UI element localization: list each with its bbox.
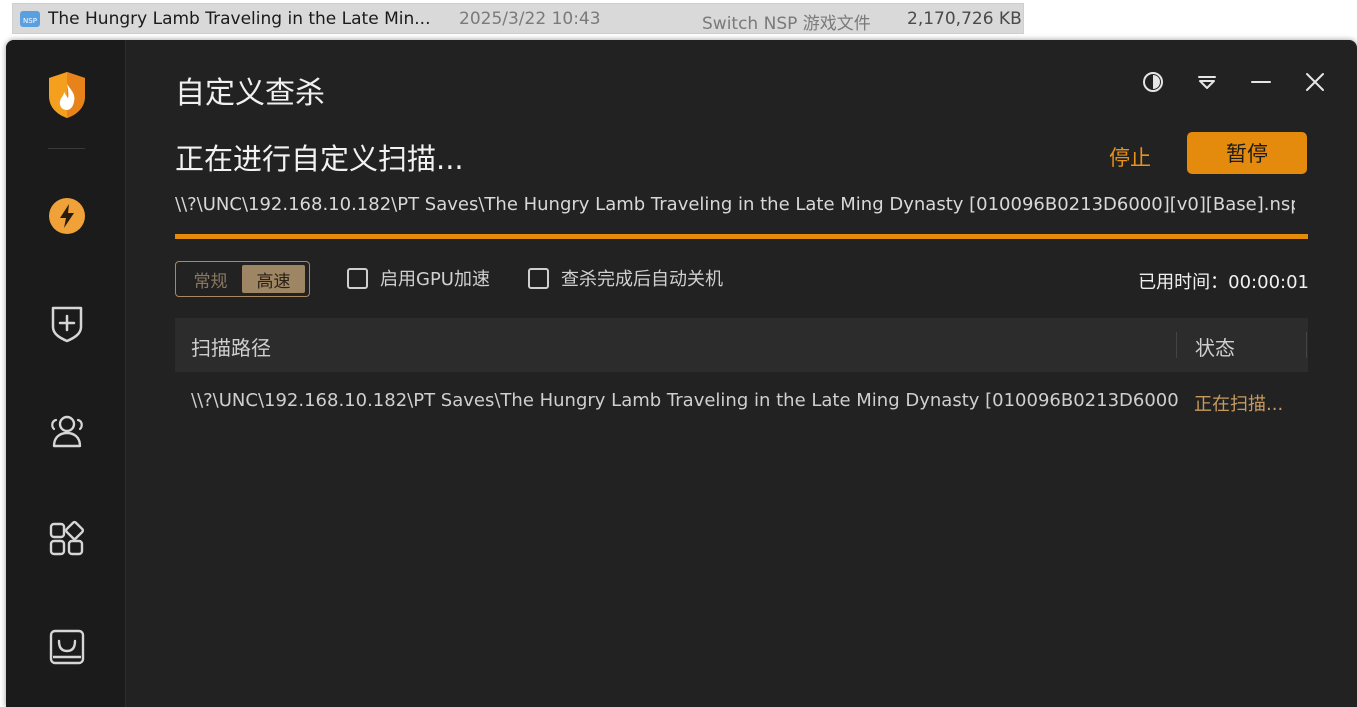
users-icon bbox=[51, 415, 83, 448]
explorer-file-row[interactable]: NSP The Hungry Lamb Traveling in the Lat… bbox=[12, 3, 1024, 34]
explorer-file-name: The Hungry Lamb Traveling in the Late Mi… bbox=[48, 9, 431, 29]
row-scan-path: \\?\UNC\192.168.10.182\PT Saves\The Hung… bbox=[191, 390, 1179, 411]
scan-heading: 正在进行自定义扫描... bbox=[175, 142, 464, 176]
antivirus-window: 自定义查杀 正在进行自定义扫描... 停止 暂停 \\?\UNC\192.168… bbox=[6, 40, 1357, 707]
svg-text:NSP: NSP bbox=[23, 17, 37, 25]
gpu-accel-label: 启用GPU加速 bbox=[380, 269, 490, 290]
sidebar-item-toolbox[interactable] bbox=[42, 622, 92, 672]
apps-icon bbox=[49, 520, 85, 556]
sidebar-item-accounts[interactable] bbox=[42, 406, 92, 456]
column-divider[interactable] bbox=[1176, 332, 1177, 358]
sidebar-item-speedup[interactable] bbox=[42, 191, 92, 241]
column-header-path[interactable]: 扫描路径 bbox=[191, 332, 271, 361]
minimize-icon bbox=[1251, 81, 1271, 83]
stop-button[interactable]: 停止 bbox=[1109, 142, 1151, 172]
auto-shutdown-label: 查杀完成后自动关机 bbox=[561, 269, 723, 290]
column-divider[interactable] bbox=[1306, 332, 1307, 358]
auto-shutdown-checkbox-box[interactable] bbox=[528, 267, 549, 289]
scan-progress-bar bbox=[175, 234, 1308, 239]
pause-button[interactable]: 暂停 bbox=[1187, 132, 1307, 174]
table-row[interactable]: \\?\UNC\192.168.10.182\PT Saves\The Hung… bbox=[175, 390, 1308, 420]
shield-plus-icon bbox=[51, 306, 83, 343]
explorer-file-type: Switch NSP 游戏文件 bbox=[702, 14, 871, 34]
mode-option-normal[interactable]: 常规 bbox=[179, 265, 242, 293]
current-scan-path: \\?\UNC\192.168.10.182\PT Saves\The Hung… bbox=[175, 194, 1295, 215]
explorer-file-size: 2,170,726 KB bbox=[907, 9, 1022, 29]
nsp-file-icon: NSP bbox=[20, 11, 40, 27]
mode-option-fast[interactable]: 高速 bbox=[242, 265, 305, 293]
column-header-status[interactable]: 状态 bbox=[1195, 332, 1235, 361]
scan-mode-toggle: 常规 高速 bbox=[175, 261, 310, 297]
app-title: 自定义查杀 bbox=[175, 76, 325, 111]
shield-flame-logo-icon bbox=[49, 72, 85, 118]
lightning-icon bbox=[49, 198, 85, 234]
auto-shutdown-checkbox[interactable]: 查杀完成后自动关机 bbox=[528, 265, 723, 291]
toolbox-icon bbox=[49, 629, 85, 665]
gpu-accel-checkbox[interactable]: 启用GPU加速 bbox=[347, 265, 490, 291]
main-panel: 自定义查杀 正在进行自定义扫描... 停止 暂停 \\?\UNC\192.168… bbox=[126, 40, 1357, 707]
title-controls bbox=[1141, 70, 1327, 94]
close-icon bbox=[1306, 73, 1324, 91]
theme-icon bbox=[1143, 72, 1163, 92]
sidebar-item-protection[interactable] bbox=[42, 298, 92, 348]
explorer-file-date: 2025/3/22 10:43 bbox=[459, 9, 601, 29]
menu-button[interactable] bbox=[1195, 70, 1219, 94]
row-scan-status: 正在扫描... bbox=[1194, 394, 1284, 415]
table-header: 扫描路径 状态 bbox=[175, 318, 1308, 372]
sidebar-divider bbox=[48, 148, 85, 149]
sidebar-item-apps[interactable] bbox=[42, 514, 92, 564]
close-button[interactable] bbox=[1303, 70, 1327, 94]
minimize-button[interactable] bbox=[1249, 70, 1273, 94]
scan-progress-fill bbox=[175, 234, 1308, 239]
gpu-accel-checkbox-box[interactable] bbox=[347, 267, 368, 289]
menu-icon bbox=[1198, 76, 1216, 89]
app-logo bbox=[42, 70, 92, 120]
elapsed-time: 已用时间：00:00:01 bbox=[1138, 272, 1309, 293]
theme-button[interactable] bbox=[1141, 70, 1165, 94]
sidebar bbox=[6, 40, 126, 707]
